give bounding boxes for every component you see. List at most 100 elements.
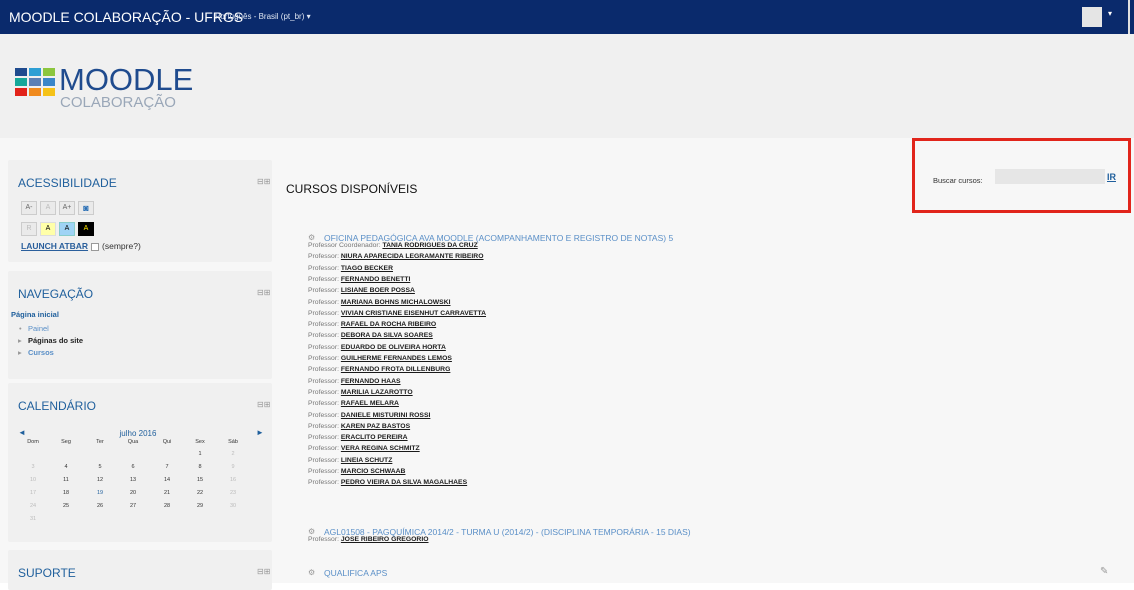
teacher-name-link[interactable]: LISIANE BOER POSSA — [341, 287, 415, 294]
calendar-day[interactable]: 8 — [188, 464, 212, 470]
block-dock-icon[interactable]: ⊟⊞ — [257, 400, 270, 409]
increase-font-button[interactable]: A+ — [59, 201, 75, 215]
calendar-day[interactable]: 9 — [221, 464, 245, 470]
read-aloud-icon[interactable]: ◙ — [78, 201, 94, 215]
calendar-day[interactable]: 17 — [21, 490, 45, 496]
teacher-row: Professor: PEDRO VIEIRA DA SILVA MAGALHA… — [308, 479, 467, 486]
previous-month-icon[interactable]: ◄ — [18, 428, 26, 437]
nav-home-link[interactable]: Página inicial — [11, 310, 59, 319]
nav-item-painel[interactable]: Painel — [28, 324, 49, 333]
teacher-name-link[interactable]: MARILIA LAZAROTTO — [341, 389, 413, 396]
calendar-day[interactable]: 10 — [21, 477, 45, 483]
teacher-name-link[interactable]: TANIA RODRIGUES DA CRUZ — [382, 242, 477, 249]
teacher-name-link[interactable]: MARIANA BOHNS MICHALOWSKI — [341, 299, 451, 306]
teacher-name-link[interactable]: MARCIO SCHWAAB — [341, 468, 406, 475]
calendar-day[interactable]: 5 — [88, 464, 112, 470]
calendar-day[interactable]: 26 — [88, 503, 112, 509]
blue-scheme-button[interactable]: A — [59, 222, 75, 236]
calendar-day[interactable]: 16 — [221, 477, 245, 483]
calendar-day[interactable]: 27 — [121, 503, 145, 509]
course-info-icon[interactable]: ⚙ — [308, 527, 315, 536]
search-go-button[interactable]: IR — [1107, 172, 1116, 182]
teacher-row: Professor: VERA REGINA SCHMITZ — [308, 445, 420, 452]
teacher-name-link[interactable]: TIAGO BECKER — [341, 265, 393, 272]
expand-arrow-icon[interactable]: ▸ — [18, 336, 22, 345]
search-input[interactable] — [995, 169, 1105, 184]
block-dock-icon[interactable]: ⊟⊞ — [257, 567, 270, 576]
calendar-day[interactable]: 14 — [155, 477, 179, 483]
teacher-name-link[interactable]: GUILHERME FERNANDES LEMOS — [341, 355, 452, 362]
block-dock-icon[interactable]: ⊟⊞ — [257, 288, 270, 297]
nav-item-paginas-do-site[interactable]: Páginas do site — [28, 336, 83, 345]
block-dock-icon[interactable]: ⊟⊞ — [257, 177, 270, 186]
calendar-day[interactable]: 31 — [21, 516, 45, 522]
teacher-name-link[interactable]: JOSE RIBEIRO GREGORIO — [341, 536, 429, 543]
calendar-day[interactable]: 15 — [188, 477, 212, 483]
course-link[interactable]: QUALIFICA APS — [324, 568, 387, 578]
calendar-day[interactable]: 4 — [54, 464, 78, 470]
reset-colors-button[interactable]: R — [21, 222, 37, 236]
calendar-day[interactable]: 28 — [155, 503, 179, 509]
expand-arrow-icon[interactable]: ▸ — [18, 348, 22, 357]
teacher-role: Professor: — [308, 355, 339, 362]
teacher-name-link[interactable]: RAFAEL DA ROCHA RIBEIRO — [341, 321, 436, 328]
nav-item-cursos[interactable]: Cursos — [28, 348, 54, 357]
teacher-name-link[interactable]: PEDRO VIEIRA DA SILVA MAGALHAES — [341, 479, 467, 486]
teacher-name-link[interactable]: NIURA APARECIDA LEGRAMANTE RIBEIRO — [341, 253, 484, 260]
calendar-day[interactable]: 25 — [54, 503, 78, 509]
site-title-link[interactable]: MOODLE COLABORAÇÃO - UFRGS — [9, 9, 243, 25]
teacher-name-link[interactable]: VERA REGINA SCHMITZ — [341, 445, 420, 452]
edit-icon[interactable]: ✎ — [1100, 566, 1108, 577]
teacher-role: Professor: — [308, 468, 339, 475]
calendar-day[interactable]: 19 — [88, 490, 112, 496]
black-scheme-button[interactable]: A — [78, 222, 94, 236]
calendar-day[interactable]: 13 — [121, 477, 145, 483]
language-menu[interactable]: Português - Brasil (pt_br) ▾ — [215, 12, 311, 21]
teacher-name-link[interactable]: LINEIA SCHUTZ — [341, 457, 392, 464]
teacher-name-link[interactable]: RAFAEL MELARA — [341, 400, 399, 407]
calendar-day[interactable]: 22 — [188, 490, 212, 496]
calendar-day[interactable]: 11 — [54, 477, 78, 483]
calendar-day[interactable]: 1 — [188, 451, 212, 457]
calendar-day[interactable]: 21 — [155, 490, 179, 496]
calendar-day[interactable]: 29 — [188, 503, 212, 509]
calendar-day[interactable]: 18 — [54, 490, 78, 496]
teacher-role: Professor: — [308, 253, 339, 261]
next-month-icon[interactable]: ► — [256, 428, 264, 437]
weekday-header: Qui — [162, 439, 172, 445]
logo-title: MOODLE — [59, 62, 194, 97]
course-info-icon[interactable]: ⚙ — [308, 233, 315, 242]
teacher-name-link[interactable]: DANIELE MISTURINI ROSSI — [341, 412, 431, 419]
teacher-name-link[interactable]: VIVIAN CRISTIANE EISENHUT CARRAVETTA — [341, 310, 486, 317]
calendar-day[interactable]: 12 — [88, 477, 112, 483]
yellow-scheme-button[interactable]: A — [40, 222, 56, 236]
teacher-role: Professor: — [308, 366, 339, 374]
always-checkbox[interactable] — [91, 242, 100, 251]
course-info-icon[interactable]: ⚙ — [308, 568, 315, 577]
teacher-row: Professor: DEBORA DA SILVA SOARES — [308, 332, 433, 339]
block-title: NAVEGAÇÃO — [18, 287, 94, 301]
reset-font-button[interactable]: A — [40, 201, 56, 215]
teacher-name-link[interactable]: EDUARDO DE OLIVEIRA HORTA — [341, 344, 446, 351]
teacher-name-link[interactable]: FERNANDO FROTA DILLENBURG — [341, 366, 451, 373]
calendar-day[interactable]: 20 — [121, 490, 145, 496]
calendar-day[interactable]: 6 — [121, 464, 145, 470]
teacher-name-link[interactable]: FERNANDO BENETTI — [341, 276, 410, 283]
teacher-name-link[interactable]: DEBORA DA SILVA SOARES — [341, 332, 433, 339]
user-avatar[interactable] — [1082, 7, 1102, 27]
calendar-month-link[interactable]: julho 2016 — [108, 429, 168, 438]
calendar-day[interactable]: 7 — [155, 464, 179, 470]
calendar-day[interactable]: 3 — [21, 464, 45, 470]
teacher-name-link[interactable]: KAREN PAZ BASTOS — [341, 423, 410, 430]
calendar-day[interactable]: 24 — [21, 503, 45, 509]
calendar-day[interactable]: 23 — [221, 490, 245, 496]
block-suporte: SUPORTE ⊟⊞ — [8, 550, 272, 590]
calendar-day[interactable]: 30 — [221, 503, 245, 509]
calendar-day[interactable]: 2 — [221, 451, 245, 457]
user-menu-caret-icon[interactable]: ▾ — [1108, 9, 1112, 18]
teacher-row: Professor: LINEIA SCHUTZ — [308, 457, 392, 464]
teacher-name-link[interactable]: FERNANDO HAAS — [341, 378, 401, 385]
decrease-font-button[interactable]: A- — [21, 201, 37, 215]
launch-atbar-link[interactable]: LAUNCH ATBAR — [21, 241, 88, 251]
teacher-name-link[interactable]: ERACLITO PEREIRA — [341, 434, 408, 441]
